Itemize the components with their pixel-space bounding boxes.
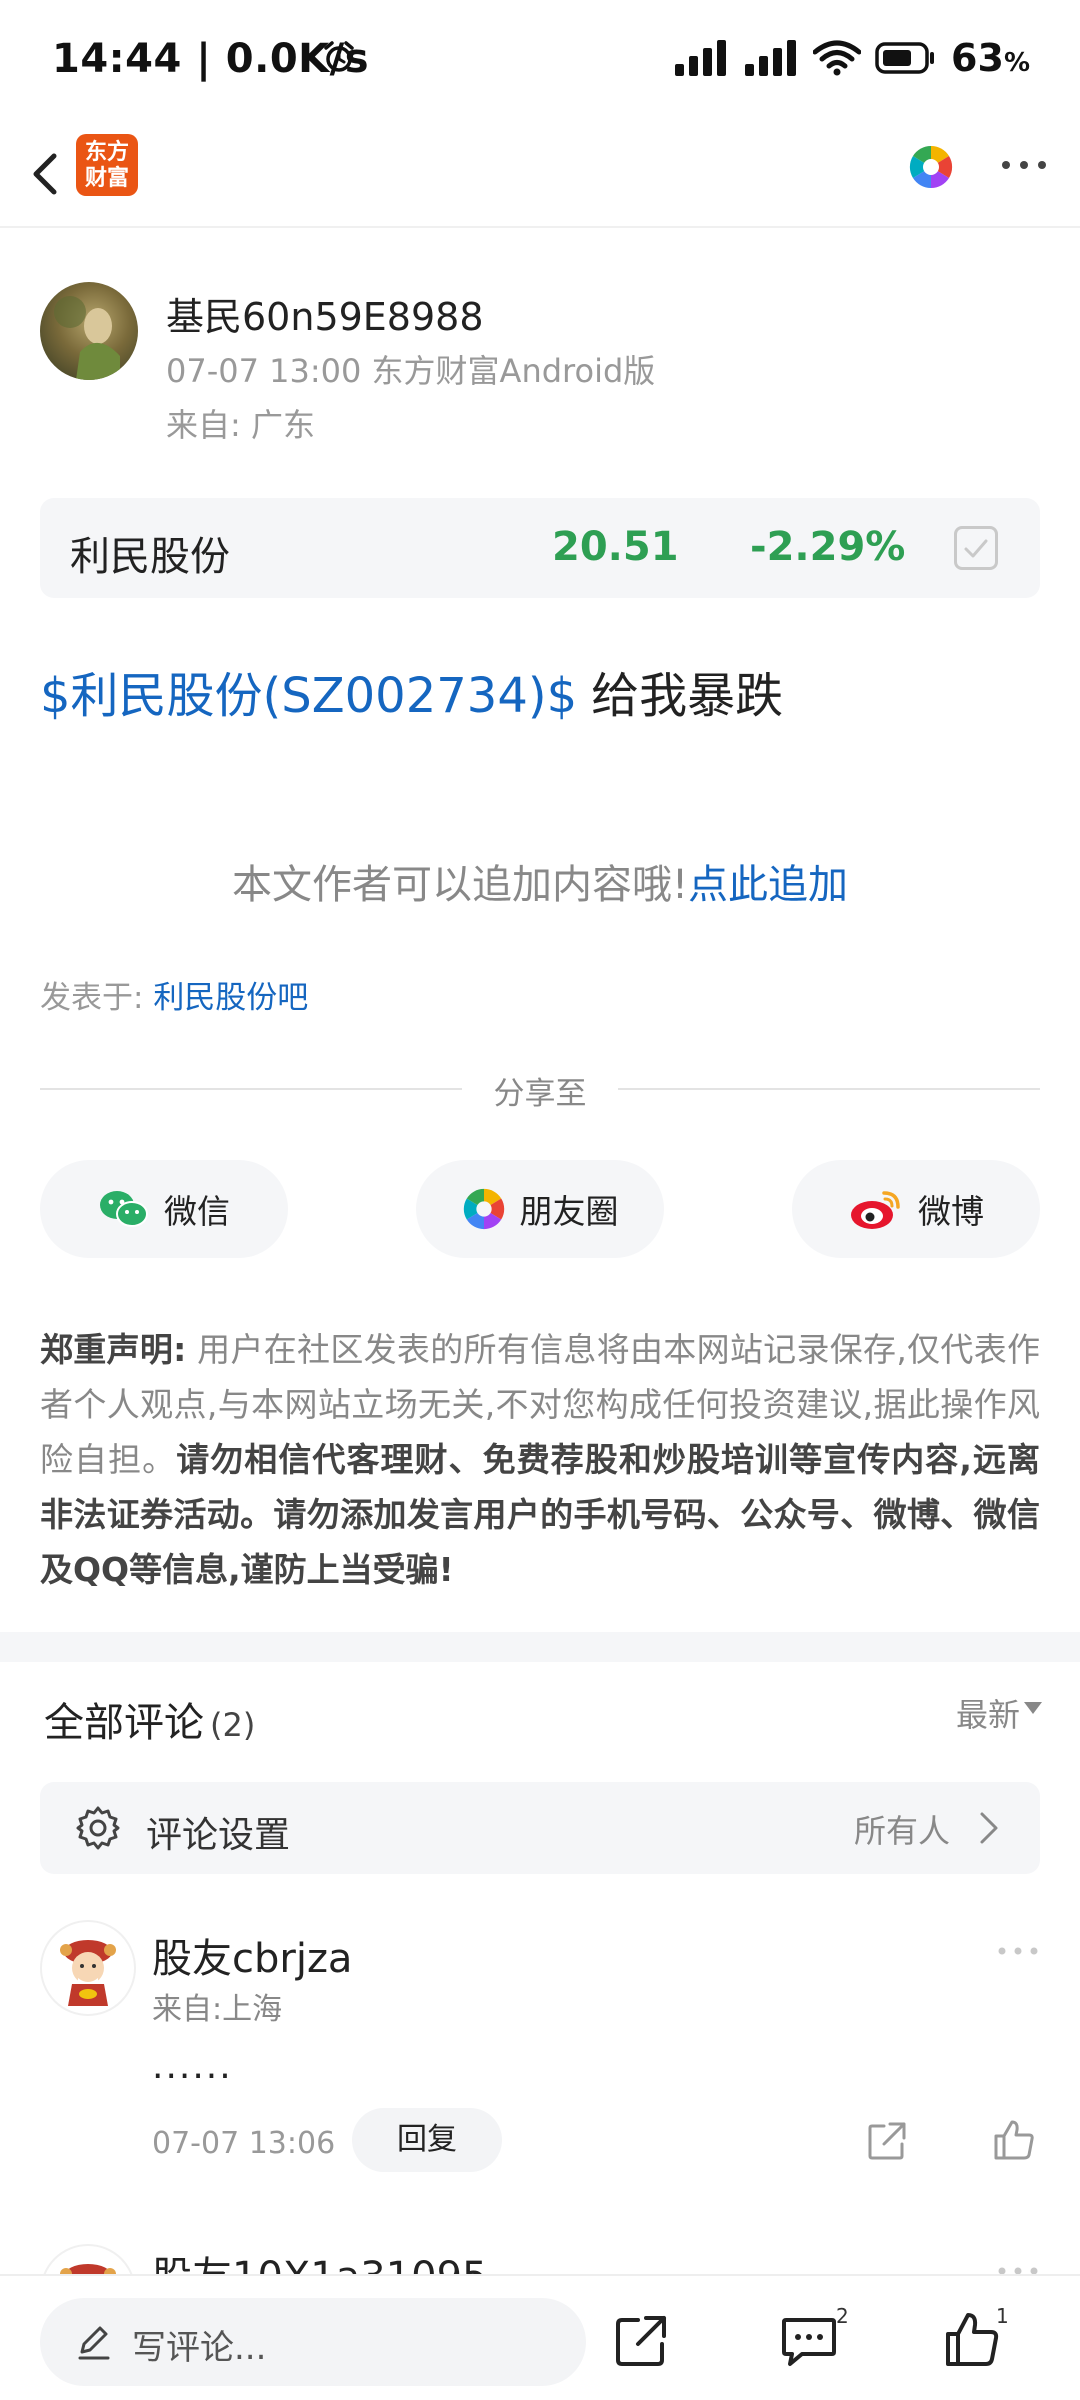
sort-dropdown[interactable]: 最新 bbox=[956, 1690, 1020, 1736]
author-name[interactable]: 基民60n59E8988 bbox=[166, 286, 484, 341]
disclaimer: 郑重声明: 用户在社区发表的所有信息将由本网站记录保存,仅代表作者个人观点,与本… bbox=[40, 1322, 1040, 1597]
battery-unit: % bbox=[1003, 48, 1030, 78]
stock-price: 20.51 bbox=[552, 524, 679, 570]
status-right: 63% bbox=[673, 36, 1030, 80]
brand-logo-line1: 东方 bbox=[84, 140, 129, 165]
reply-button[interactable]: 回复 bbox=[352, 2108, 502, 2172]
like-icon[interactable] bbox=[992, 2118, 1036, 2162]
comment-icon[interactable] bbox=[780, 2314, 838, 2368]
append-prompt: 本文作者可以追加内容哦!点此追加 bbox=[0, 852, 1080, 910]
share-label: 分享至 bbox=[493, 1076, 587, 1112]
gear-icon bbox=[76, 1806, 120, 1850]
weibo-icon bbox=[851, 1191, 900, 1229]
chevron-right-icon bbox=[980, 1812, 998, 1844]
share-moments-button[interactable]: 朋友圈 bbox=[416, 1160, 664, 1258]
signal-icon-2 bbox=[745, 40, 797, 76]
share-moments-label: 朋友圈 bbox=[519, 1192, 619, 1231]
write-comment-placeholder: 写评论... bbox=[132, 2328, 267, 2368]
post-stock-link[interactable]: $利民股份(SZ002734)$ bbox=[40, 668, 577, 724]
pen-icon bbox=[78, 2326, 110, 2360]
comment-user-name[interactable]: 股友cbrjza bbox=[152, 1926, 352, 1984]
check-icon bbox=[964, 539, 988, 558]
battery-value: 63 bbox=[951, 36, 1004, 80]
posted-in: 发表于: 利民股份吧 bbox=[40, 972, 308, 1017]
comment-count-badge: 2 bbox=[836, 2304, 849, 2328]
share-icon[interactable] bbox=[614, 2314, 668, 2368]
avatar-image bbox=[54, 296, 120, 380]
stock-change: -2.29% bbox=[750, 524, 906, 570]
share-icon[interactable] bbox=[866, 2120, 908, 2162]
append-text: 本文作者可以追加内容哦! bbox=[231, 862, 689, 908]
caret-down-icon[interactable] bbox=[1024, 1702, 1042, 1714]
comments-title-label: 全部评论 bbox=[44, 1700, 204, 1746]
avatar-image bbox=[60, 1940, 116, 2006]
comments-title: 全部评论 (2) bbox=[44, 1690, 255, 1748]
post-text: 给我暴跌 bbox=[591, 668, 784, 724]
comment-user-location: 来自:上海 bbox=[152, 1992, 283, 2027]
disclaimer-title: 郑重声明: bbox=[40, 1330, 187, 1369]
wechat-icon bbox=[100, 1191, 148, 1227]
author-location: 来自: 广东 bbox=[166, 406, 315, 444]
back-icon[interactable] bbox=[20, 138, 80, 210]
share-weibo-button[interactable]: 微博 bbox=[792, 1160, 1040, 1258]
brand-logo-line2: 财富 bbox=[84, 166, 129, 191]
more-icon[interactable] bbox=[998, 150, 1050, 180]
moments-share-icon[interactable] bbox=[908, 144, 954, 190]
alarm-icon bbox=[324, 41, 354, 72]
add-watchlist-checkbox[interactable] bbox=[954, 526, 998, 570]
comment-settings-row[interactable]: 评论设置 所有人 bbox=[40, 1782, 1040, 1874]
comment-settings-value: 所有人 bbox=[853, 1812, 950, 1850]
stock-card[interactable]: 利民股份 20.51 -2.29% bbox=[40, 498, 1040, 598]
bottom-bar: 写评论... 2 1 bbox=[0, 2274, 1080, 2400]
app-header: 东方 财富 bbox=[0, 120, 1080, 228]
posted-in-label: 发表于: bbox=[40, 980, 154, 1016]
stock-name: 利民股份 bbox=[70, 534, 230, 580]
brand-logo[interactable]: 东方 财富 bbox=[76, 134, 138, 196]
like-count-badge: 1 bbox=[996, 2304, 1009, 2328]
more-icon[interactable] bbox=[996, 1944, 1040, 1958]
post-meta: 07-07 13:00 东方财富Android版 bbox=[166, 352, 656, 390]
share-divider: 分享至 bbox=[40, 1068, 1040, 1112]
post-content: $利民股份(SZ002734)$ 给我暴跌 bbox=[40, 666, 783, 726]
status-bar: 14:44 | 0.0K/s 63% bbox=[0, 0, 1080, 120]
battery-percent: 63% bbox=[951, 36, 1030, 80]
signal-icon bbox=[675, 40, 727, 76]
comments-count: (2) bbox=[210, 1706, 256, 1744]
write-comment-input[interactable]: 写评论... bbox=[40, 2298, 586, 2386]
section-separator bbox=[0, 1632, 1080, 1662]
share-wechat-button[interactable]: 微信 bbox=[40, 1160, 288, 1258]
like-icon[interactable] bbox=[944, 2310, 1000, 2368]
wifi-icon bbox=[813, 40, 862, 76]
comment-text: ...... bbox=[152, 2046, 233, 2087]
comment-settings-label: 评论设置 bbox=[146, 1815, 291, 1856]
share-wechat-label: 微信 bbox=[164, 1192, 230, 1231]
moments-icon bbox=[463, 1188, 504, 1230]
author-avatar[interactable] bbox=[40, 282, 138, 380]
divider-line-right bbox=[618, 1088, 1040, 1090]
comment-avatar[interactable] bbox=[40, 1920, 136, 2016]
posted-in-link[interactable]: 利民股份吧 bbox=[153, 980, 308, 1016]
comment-time: 07-07 13:06 bbox=[152, 2126, 336, 2161]
battery-icon bbox=[875, 42, 935, 74]
share-weibo-label: 微博 bbox=[918, 1192, 984, 1231]
disclaimer-bold: 请勿相信代客理财、免费荐股和炒股培训等宣传内容,远离非法证券活动。请勿添加发言用… bbox=[40, 1440, 1040, 1589]
append-link[interactable]: 点此追加 bbox=[688, 862, 848, 908]
